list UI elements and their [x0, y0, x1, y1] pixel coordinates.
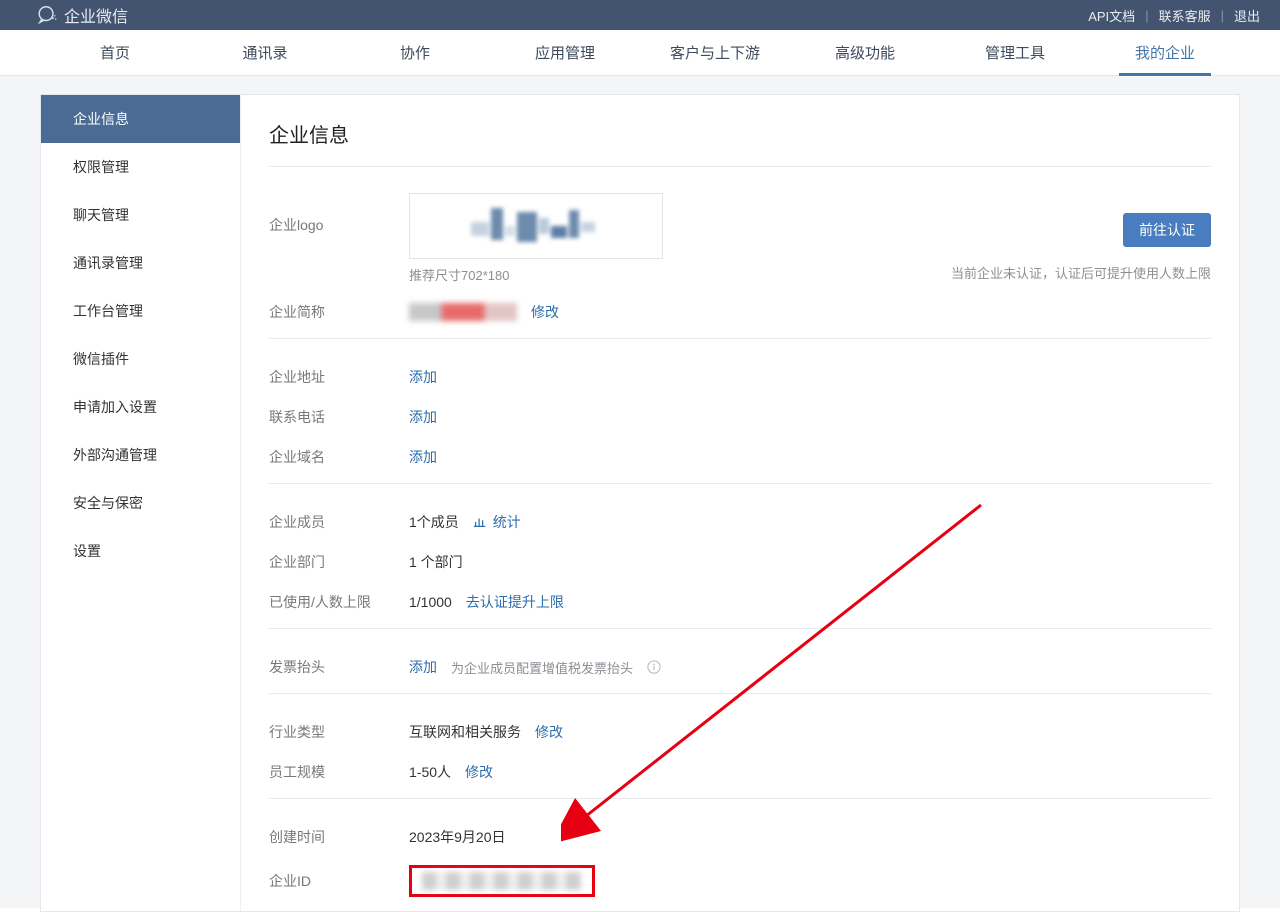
row-created: 创建时间 2023年9月20日 — [269, 817, 1211, 857]
sidebar-item-settings[interactable]: 设置 — [41, 527, 240, 575]
cert-note: 当前企业未认证，认证后可提升使用人数上限 — [951, 263, 1211, 282]
industry-edit-link[interactable]: 修改 — [535, 722, 563, 742]
bar-chart-icon — [473, 515, 487, 529]
tab-home[interactable]: 首页 — [40, 30, 190, 75]
sidebar-item-permissions[interactable]: 权限管理 — [41, 143, 240, 191]
corp-id-highlight-box — [409, 865, 595, 897]
departments-value: 1 个部门 — [409, 552, 463, 572]
sidebar-item-workbench[interactable]: 工作台管理 — [41, 287, 240, 335]
sidebar-item-security[interactable]: 安全与保密 — [41, 479, 240, 527]
section-basic: 前往认证 当前企业未认证，认证后可提升使用人数上限 企业logo — [269, 166, 1211, 338]
go-cert-button[interactable]: 前往认证 — [1123, 213, 1211, 247]
cert-area: 前往认证 当前企业未认证，认证后可提升使用人数上限 — [951, 213, 1211, 282]
label-industry: 行业类型 — [269, 722, 409, 742]
row-quota: 已使用/人数上限 1/1000 去认证提升上限 — [269, 582, 1211, 622]
info-icon — [647, 660, 661, 674]
tab-customers[interactable]: 客户与上下游 — [640, 30, 790, 75]
label-short-name: 企业简称 — [269, 302, 409, 322]
sidebar-item-external-comm[interactable]: 外部沟通管理 — [41, 431, 240, 479]
address-add-link[interactable]: 添加 — [409, 367, 437, 387]
row-domain: 企业域名 添加 — [269, 437, 1211, 477]
sidebar-item-chat[interactable]: 聊天管理 — [41, 191, 240, 239]
short-name-edit-link[interactable]: 修改 — [531, 302, 559, 322]
row-members: 企业成员 1个成员 统计 — [269, 502, 1211, 542]
members-stats-link[interactable]: 统计 — [493, 512, 521, 532]
top-links: API文档 | 联系客服 | 退出 — [1088, 6, 1260, 25]
sidebar-item-contacts[interactable]: 通讯录管理 — [41, 239, 240, 287]
row-phone: 联系电话 添加 — [269, 397, 1211, 437]
short-name-value-blurred — [409, 303, 517, 321]
top-bar: 企业微信 API文档 | 联系客服 | 退出 — [0, 0, 1280, 30]
logo-hint: 推荐尺寸702*180 — [409, 265, 663, 284]
scale-edit-link[interactable]: 修改 — [465, 762, 493, 782]
label-scale: 员工规模 — [269, 762, 409, 782]
sidebar-item-wechat-plugin[interactable]: 微信插件 — [41, 335, 240, 383]
side-nav: 企业信息 权限管理 聊天管理 通讯录管理 工作台管理 微信插件 申请加入设置 外… — [41, 95, 241, 911]
section-meta: 创建时间 2023年9月20日 企业ID — [269, 798, 1211, 911]
label-address: 企业地址 — [269, 367, 409, 387]
logout-link[interactable]: 退出 — [1234, 6, 1260, 25]
row-invoice: 发票抬头 添加 为企业成员配置增值税发票抬头 — [269, 647, 1211, 687]
created-value: 2023年9月20日 — [409, 827, 506, 847]
label-phone: 联系电话 — [269, 407, 409, 427]
card: 企业信息 权限管理 聊天管理 通讯录管理 工作台管理 微信插件 申请加入设置 外… — [40, 94, 1240, 912]
label-departments: 企业部门 — [269, 552, 409, 572]
logo-blurred-image — [471, 208, 601, 244]
section-industry: 行业类型 互联网和相关服务 修改 员工规模 1-50人 修改 — [269, 693, 1211, 798]
sidebar-item-join-settings[interactable]: 申请加入设置 — [41, 383, 240, 431]
corp-id-value-blurred — [422, 872, 582, 890]
sidebar-item-company-info[interactable]: 企业信息 — [41, 95, 240, 143]
label-logo: 企业logo — [269, 193, 409, 235]
api-docs-link[interactable]: API文档 — [1088, 6, 1135, 25]
tab-contacts[interactable]: 通讯录 — [190, 30, 340, 75]
invoice-hint: 为企业成员配置增值税发票抬头 — [451, 658, 633, 677]
label-created: 创建时间 — [269, 827, 409, 847]
scale-value: 1-50人 — [409, 762, 451, 782]
label-invoice: 发票抬头 — [269, 657, 409, 677]
chat-bubble-icon — [36, 4, 58, 26]
invoice-add-link[interactable]: 添加 — [409, 657, 437, 677]
tab-my-company[interactable]: 我的企业 — [1090, 30, 1240, 75]
page-body: 企业信息 权限管理 聊天管理 通讯录管理 工作台管理 微信插件 申请加入设置 外… — [0, 76, 1280, 908]
row-short-name: 企业简称 修改 — [269, 292, 1211, 332]
quota-value: 1/1000 — [409, 594, 452, 610]
row-scale: 员工规模 1-50人 修改 — [269, 752, 1211, 792]
label-domain: 企业域名 — [269, 447, 409, 467]
domain-add-link[interactable]: 添加 — [409, 447, 437, 467]
brand-logo: 企业微信 — [36, 3, 128, 27]
content: 企业信息 前往认证 当前企业未认证，认证后可提升使用人数上限 企业logo — [241, 95, 1239, 911]
row-industry: 行业类型 互联网和相关服务 修改 — [269, 712, 1211, 752]
label-corp-id: 企业ID — [269, 871, 409, 891]
tab-collab[interactable]: 协作 — [340, 30, 490, 75]
label-members: 企业成员 — [269, 512, 409, 532]
row-corp-id: 企业ID — [269, 857, 1211, 905]
tab-advanced[interactable]: 高级功能 — [790, 30, 940, 75]
logo-preview[interactable] — [409, 193, 663, 259]
main-nav: 首页 通讯录 协作 应用管理 客户与上下游 高级功能 管理工具 我的企业 — [0, 30, 1280, 76]
members-value: 1个成员 — [409, 512, 459, 532]
industry-value: 互联网和相关服务 — [409, 722, 521, 742]
quota-upgrade-link[interactable]: 去认证提升上限 — [466, 592, 564, 612]
contact-link[interactable]: 联系客服 — [1159, 6, 1211, 25]
brand-name: 企业微信 — [64, 3, 128, 27]
tab-apps[interactable]: 应用管理 — [490, 30, 640, 75]
phone-add-link[interactable]: 添加 — [409, 407, 437, 427]
label-quota: 已使用/人数上限 — [269, 592, 409, 612]
row-address: 企业地址 添加 — [269, 357, 1211, 397]
section-invoice: 发票抬头 添加 为企业成员配置增值税发票抬头 — [269, 628, 1211, 693]
section-contact: 企业地址 添加 联系电话 添加 企业域名 添加 — [269, 338, 1211, 483]
section-members: 企业成员 1个成员 统计 企业部门 1 个部门 已使用/人数上限 1/1000 — [269, 483, 1211, 628]
row-departments: 企业部门 1 个部门 — [269, 542, 1211, 582]
page-title: 企业信息 — [269, 119, 1211, 148]
tab-tools[interactable]: 管理工具 — [940, 30, 1090, 75]
